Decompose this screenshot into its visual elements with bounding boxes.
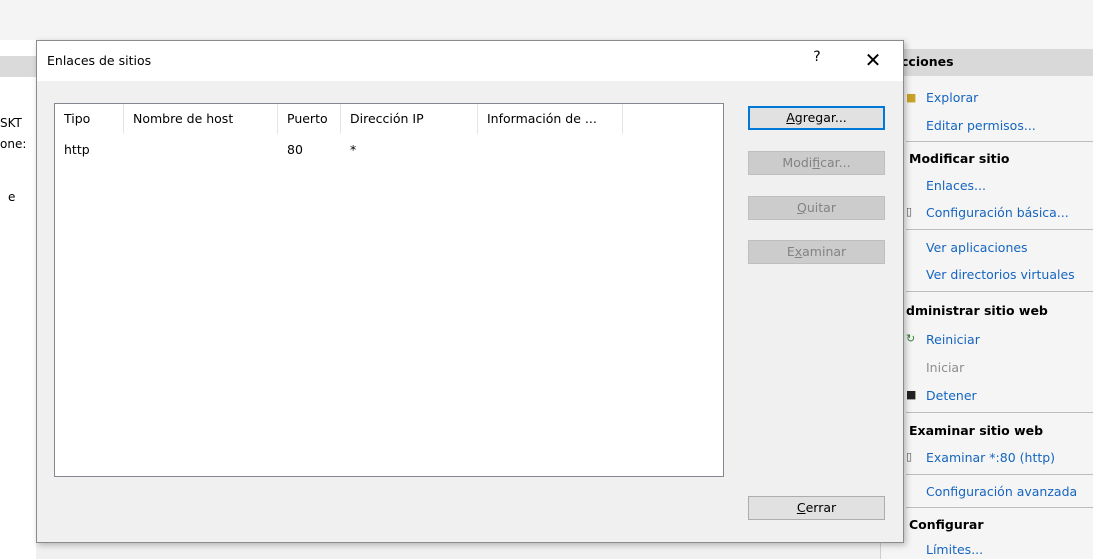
browse-button-post: aminar [802,244,847,259]
background-toolbar-area [0,0,1093,40]
action-explorar[interactable]: Explorar [926,90,978,105]
section-administrar-sitio-web: dministrar sitio web [906,303,1048,318]
modify-button-post: icar... [820,155,851,170]
actions-separator [906,229,1093,230]
section-examinar-sitio-web: Examinar sitio web [909,423,1044,438]
restart-icon: ↻ [906,332,916,345]
explore-icon: ■ [906,91,917,104]
section-modificar-sitio: Modificar sitio [909,151,1010,166]
close-button-post: errar [805,500,837,515]
action-editar-permisos[interactable]: Editar permisos... [926,118,1036,133]
actions-separator [906,507,1093,508]
action-ver-aplicaciones[interactable]: Ver aplicaciones [926,240,1028,255]
actions-pane-title: cciones [901,54,954,69]
action-iniciar: Iniciar [926,360,965,375]
add-button-post: gregar... [794,110,847,125]
connections-pane-fragment: SKT one: e [0,40,36,559]
cell-puerto: 80 [287,142,303,157]
add-button-accesskey: A [786,110,795,125]
help-button[interactable]: ? [807,49,827,71]
dialog-title: Enlaces de sitios [47,53,152,68]
left-pane-text: SKT [0,116,22,130]
column-header-nombre-de-host[interactable]: Nombre de host [124,104,278,134]
stop-icon: ■ [906,388,917,401]
connections-pane-header [0,56,36,77]
close-icon[interactable]: ✕ [861,47,885,73]
actions-separator [906,474,1093,475]
modify-button-accesskey: f [812,155,821,170]
column-header-informacion[interactable]: Información de ... [478,104,623,134]
section-configurar: Configurar [909,517,984,532]
column-header-direccion-ip[interactable]: Dirección IP [341,104,478,134]
action-examinar-80-http[interactable]: Examinar *:80 (http) [926,450,1055,465]
action-limites[interactable]: Límites... [926,542,983,557]
browse-button-pre: E [786,244,795,259]
actions-pane: cciones ■ Explorar Editar permisos... Mo… [880,40,1093,559]
bindings-list[interactable]: Tipo Nombre de host Puerto Dirección IP … [54,103,724,477]
left-pane-text: one: [0,137,27,151]
column-header-tipo[interactable]: Tipo [55,104,124,134]
actions-separator [906,291,1093,292]
close-button[interactable]: Cerrar [748,496,885,520]
actions-separator [906,412,1093,413]
column-header-puerto[interactable]: Puerto [278,104,341,134]
close-button-accesskey: C [796,500,806,515]
modify-button-pre: Modi [782,155,813,170]
cell-direccion-ip: * [350,142,357,157]
add-button[interactable]: Agregar... [748,106,885,130]
settings-icon: ▯ [906,205,913,218]
remove-button-accesskey: Q [797,200,807,215]
action-enlaces[interactable]: Enlaces... [926,178,986,193]
modify-button: Modificar... [748,151,885,175]
cell-tipo: http [64,142,90,157]
remove-button: Quitar [748,196,885,220]
action-ver-directorios-virtuales[interactable]: Ver directorios virtuales [926,267,1075,282]
action-configuracion-avanzada[interactable]: Configuración avanzada [926,484,1077,499]
actions-pane-header: cciones [881,49,1093,76]
remove-button-post: uitar [806,200,836,215]
action-configuracion-basica[interactable]: Configuración básica... [926,205,1069,220]
action-detener[interactable]: Detener [926,388,977,403]
browse-icon: ▯ [906,450,913,463]
site-bindings-dialog: Enlaces de sitios ? ✕ Tipo Nombre de hos… [36,40,904,543]
action-reiniciar[interactable]: Reiniciar [926,332,980,347]
browse-button: Examinar [748,240,885,264]
dialog-titlebar[interactable]: Enlaces de sitios ? ✕ [37,41,903,81]
actions-separator [906,141,1093,142]
